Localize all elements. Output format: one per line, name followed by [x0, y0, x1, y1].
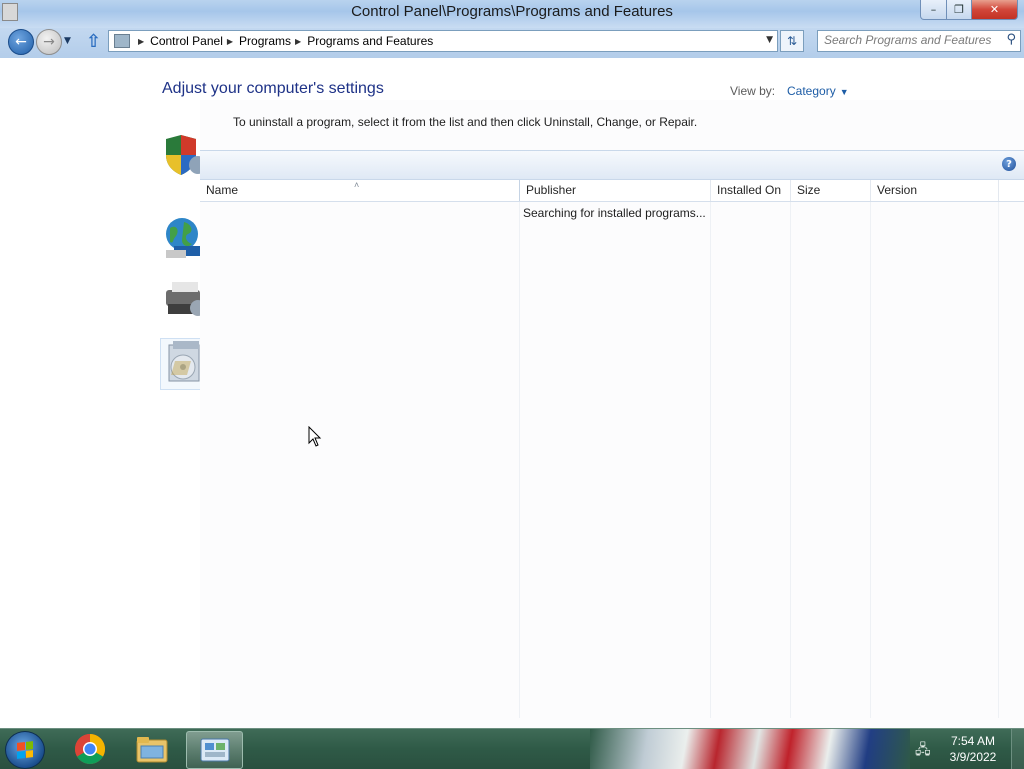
- restore-icon: ❐: [954, 3, 964, 16]
- control-panel-content: Adjust your computer's settings View by:…: [0, 58, 1024, 728]
- window-controls: – ❐ ✕: [920, 0, 1018, 20]
- column-header-installed-on[interactable]: Installed On: [711, 180, 791, 201]
- title-bar: Control Panel\Programs\Programs and Feat…: [0, 0, 1024, 28]
- chrome-icon: [74, 734, 105, 765]
- breadcrumb-chevron-icon[interactable]: ▶: [295, 37, 301, 46]
- column-label: Name: [206, 183, 239, 197]
- navigation-bar: ← → ▼ ⇧ ▶ Control Panel ▶ Programs ▶ Pro…: [0, 28, 1024, 58]
- column-label: Size: [797, 183, 821, 197]
- taskbar: 🖧 7:54 AM 3/9/2022: [0, 728, 1024, 769]
- column-header-row: ˄ Name Publisher Installed On Size Versi…: [200, 180, 1024, 202]
- page-title: Adjust your computer's settings: [162, 80, 384, 97]
- minimize-button[interactable]: –: [920, 0, 947, 20]
- view-by-value: Category: [787, 84, 836, 98]
- breadcrumb-programs-and-features[interactable]: Programs and Features: [307, 34, 433, 48]
- programs-and-features-pane: To uninstall a program, select it from t…: [200, 100, 1024, 728]
- close-button[interactable]: ✕: [972, 0, 1018, 20]
- search-icon[interactable]: ⚲: [1006, 32, 1016, 47]
- search-box[interactable]: ⚲: [817, 30, 1021, 52]
- column-divider: [870, 202, 871, 718]
- dropdown-caret-icon: ▼: [839, 87, 849, 97]
- forward-arrow-icon: →: [43, 34, 55, 50]
- help-label: ?: [1006, 158, 1012, 170]
- view-by-label: View by:: [730, 84, 776, 98]
- column-label: Version: [877, 183, 918, 197]
- command-bar: ?: [200, 150, 1024, 180]
- sort-ascending-icon: ˄: [354, 180, 360, 190]
- windows-logo-icon: [17, 741, 33, 759]
- loading-status: Searching for installed programs...: [523, 206, 706, 220]
- control-panel-icon: [200, 738, 229, 762]
- refresh-button[interactable]: ⇅: [780, 30, 804, 52]
- breadcrumb-control-panel[interactable]: Control Panel: [150, 34, 223, 48]
- column-header-version[interactable]: Version: [871, 180, 999, 201]
- search-input[interactable]: [818, 31, 1002, 49]
- printer-icon[interactable]: [164, 276, 200, 320]
- back-button[interactable]: ←: [8, 29, 34, 55]
- up-one-level-icon[interactable]: ⇧: [86, 31, 101, 52]
- clock-time: 7:54 AM: [950, 734, 996, 748]
- back-arrow-icon: ←: [15, 34, 27, 50]
- control-panel-icon: [114, 34, 130, 48]
- column-header-publisher[interactable]: Publisher: [520, 180, 711, 201]
- help-icon[interactable]: ?: [1002, 157, 1016, 171]
- recent-pages-dropdown[interactable]: ▼: [64, 36, 71, 46]
- window-title: Control Panel\Programs\Programs and Feat…: [351, 3, 673, 20]
- network-globe-icon[interactable]: [164, 216, 200, 260]
- view-by-dropdown[interactable]: Category ▼: [787, 84, 849, 98]
- column-label: Publisher: [526, 183, 577, 197]
- mouse-pointer-icon: [308, 425, 322, 451]
- taskbar-clock[interactable]: 7:54 AM 3/9/2022: [940, 733, 1006, 765]
- forward-button[interactable]: →: [36, 29, 62, 55]
- breadcrumb-programs[interactable]: Programs: [239, 34, 291, 48]
- column-divider: [710, 202, 711, 718]
- column-divider: [998, 202, 999, 718]
- breadcrumb-chevron-icon[interactable]: ▶: [138, 37, 144, 46]
- column-label: Installed On: [717, 183, 782, 197]
- column-header-name[interactable]: ˄ Name: [200, 180, 520, 201]
- column-divider: [790, 202, 791, 718]
- programs-icon[interactable]: [160, 338, 202, 390]
- show-desktop-button[interactable]: [1011, 729, 1024, 769]
- desktop-wallpaper-strip: [590, 729, 910, 769]
- taskbar-control-panel-button[interactable]: [186, 731, 243, 769]
- breadcrumb-chevron-icon[interactable]: ▶: [227, 37, 233, 46]
- close-icon: ✕: [989, 3, 1000, 16]
- taskbar-explorer-button[interactable]: [124, 731, 179, 767]
- column-divider: [519, 202, 520, 718]
- taskbar-chrome-button[interactable]: [62, 731, 117, 767]
- address-dropdown-icon[interactable]: ▼: [766, 35, 773, 45]
- address-bar[interactable]: ▶ Control Panel ▶ Programs ▶ Programs an…: [108, 30, 778, 52]
- start-button[interactable]: [5, 731, 45, 769]
- clock-date: 3/9/2022: [949, 750, 997, 764]
- network-tray-icon[interactable]: 🖧: [915, 739, 931, 763]
- column-header-size[interactable]: Size: [791, 180, 871, 201]
- restore-button[interactable]: ❐: [947, 0, 972, 20]
- uninstall-instruction: To uninstall a program, select it from t…: [233, 115, 698, 129]
- security-shield-icon[interactable]: [164, 133, 200, 177]
- refresh-icon: ⇅: [786, 34, 798, 48]
- windows-explorer-icon: [136, 737, 167, 763]
- minimize-icon: –: [930, 3, 937, 16]
